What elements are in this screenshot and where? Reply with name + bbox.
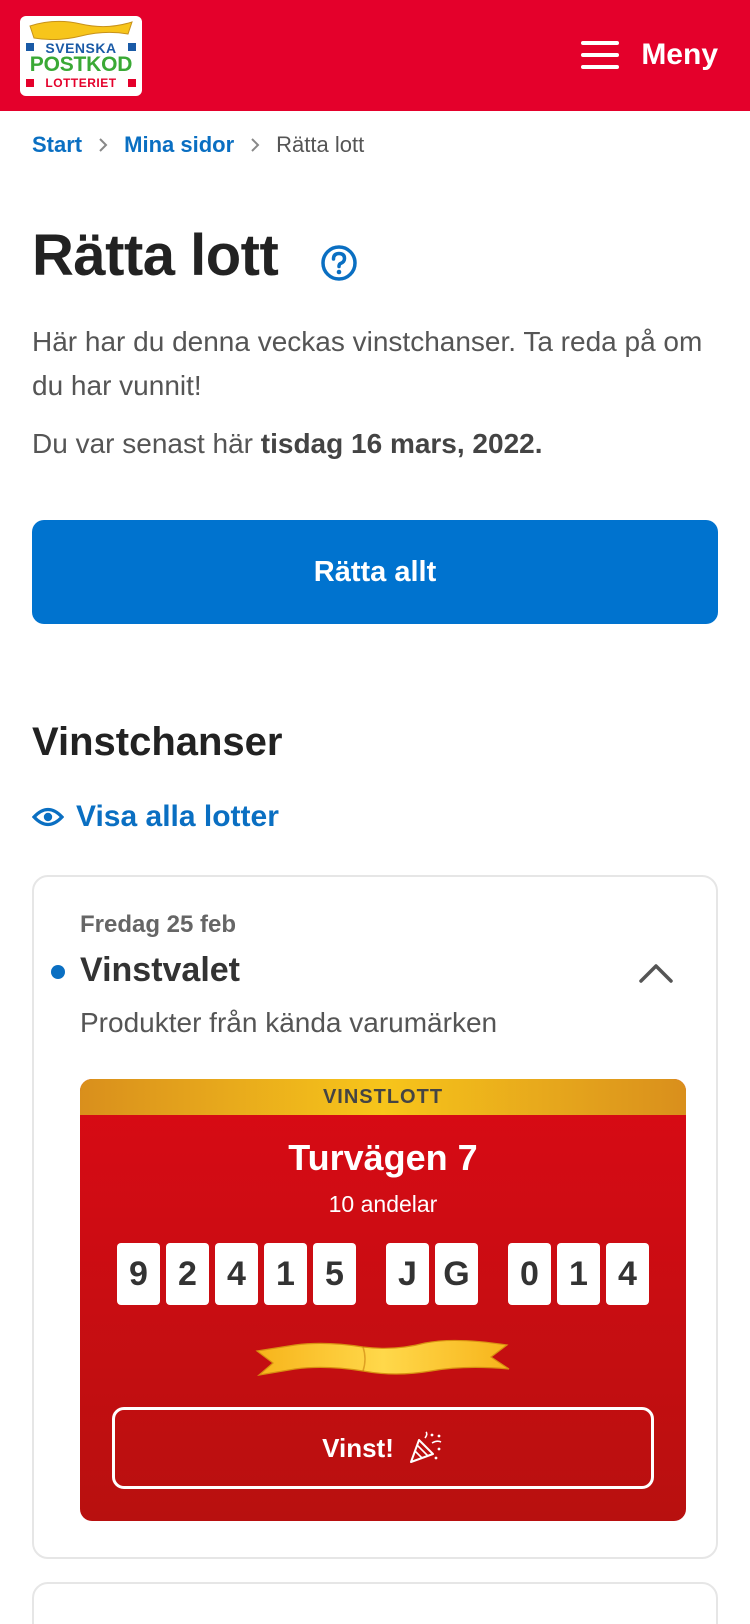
party-popper-icon — [409, 1431, 442, 1463]
winning-ticket-banner: VINSTLOTT — [80, 1079, 686, 1115]
chevron-right-icon — [250, 137, 260, 153]
code-digit: 1 — [557, 1243, 600, 1305]
top-header: SVENSKA POSTKOD LOTTERIET Meny — [0, 0, 750, 111]
code-digit: 4 — [606, 1243, 649, 1305]
code-group-2: J G — [386, 1243, 478, 1305]
help-icon[interactable] — [320, 244, 358, 282]
menu-label: Meny — [641, 38, 718, 71]
card-date: Fredag 25 feb — [80, 911, 237, 938]
last-visit-prefix: Du var senast här — [32, 428, 261, 459]
winning-address: Turvägen 7 — [288, 1137, 478, 1178]
show-all-tickets-link[interactable]: Visa alla lotter — [32, 800, 279, 834]
code-digit: 4 — [215, 1243, 258, 1305]
show-win-button[interactable]: Vinst! — [112, 1407, 654, 1489]
intro-text: Här har du denna veckas vinstchanser. Ta… — [32, 326, 703, 401]
breadcrumb-current: Rätta lott — [276, 132, 365, 157]
code-digit: 1 — [264, 1243, 307, 1305]
postcode-digits: 9 2 4 1 5 J G 0 1 4 — [80, 1243, 686, 1305]
menu-button[interactable]: Meny — [581, 30, 718, 80]
code-digit: G — [435, 1243, 478, 1305]
code-group-3: 0 1 4 — [508, 1243, 649, 1305]
show-win-label: Vinst! — [322, 1432, 394, 1463]
last-visit-date: tisdag 16 mars, 2022. — [260, 428, 543, 459]
code-digit: 0 — [508, 1243, 551, 1305]
logo-line-3: LOTTERIET — [45, 76, 117, 90]
breadcrumb-start[interactable]: Start — [32, 132, 82, 158]
breadcrumb-mina-sidor[interactable]: Mina sidor — [124, 132, 234, 158]
menu-icon — [581, 41, 620, 69]
logo-line-2: POSTKOD — [29, 53, 133, 76]
code-digit: 5 — [313, 1243, 356, 1305]
show-all-label: Visa alla lotter — [76, 800, 279, 833]
last-visit-text: Du var senast här tisdag 16 mars, 2022. — [32, 428, 543, 460]
chevron-up-icon[interactable] — [638, 961, 674, 985]
code-group-1: 9 2 4 1 5 — [117, 1243, 356, 1305]
breadcrumb: Start Mina sidor Rätta lott — [32, 128, 364, 162]
code-digit: J — [386, 1243, 429, 1305]
postkodlotteriet-logo[interactable]: SVENSKA POSTKOD LOTTERIET — [20, 16, 142, 96]
winning-shares: 10 andelar — [328, 1191, 438, 1217]
section-title: Vinstchanser — [32, 720, 283, 764]
winning-ticket: VINSTLOTT Turvägen 7 10 andelar 9 2 4 1 … — [80, 1079, 686, 1521]
check-all-button[interactable]: Rätta allt — [32, 520, 718, 624]
unread-indicator — [51, 965, 65, 979]
gold-ribbon-icon — [255, 1339, 510, 1376]
chevron-right-icon — [98, 137, 108, 153]
card-subtitle: Produkter från kända varumärken — [80, 1007, 498, 1038]
code-digit: 2 — [166, 1243, 209, 1305]
code-digit: 9 — [117, 1243, 160, 1305]
eye-icon — [32, 807, 64, 827]
lottery-card: Fredag 25 feb Vinstvalet Produkter från … — [32, 875, 718, 1559]
card-title: Vinstvalet — [80, 951, 241, 989]
lottery-card-next — [32, 1582, 718, 1624]
page-title: Rätta lott — [32, 223, 279, 288]
